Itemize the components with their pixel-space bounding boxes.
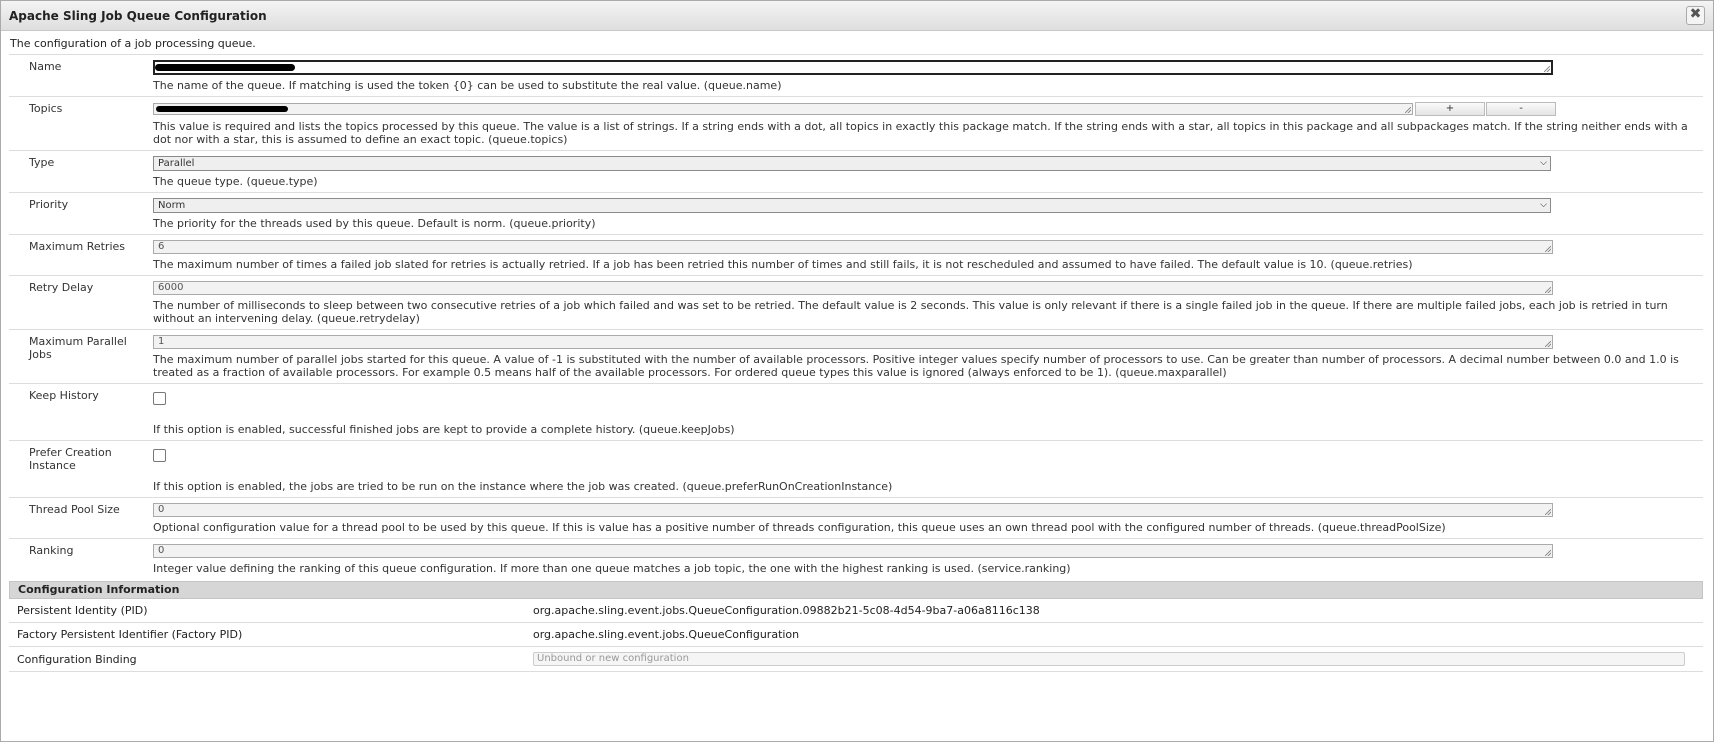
row-binding: Configuration Binding Unbound or new con… <box>9 646 1703 672</box>
row-priority: Priority Norm ⌵ The priority for the thr… <box>9 192 1703 235</box>
name-input[interactable] <box>153 60 1553 75</box>
dialog-titlebar[interactable]: Apache Sling Job Queue Configuration ✖ <box>1 1 1713 31</box>
row-max-retries: Maximum Retries 6 The maximum number of … <box>9 234 1703 276</box>
topics-input[interactable] <box>153 103 1413 115</box>
row-keep-history: Keep History If this option is enabled, … <box>9 383 1703 441</box>
dialog-intro: The configuration of a job processing qu… <box>10 37 256 50</box>
type-description: The queue type. (queue.type) <box>153 175 318 188</box>
add-topic-button[interactable]: + <box>1415 102 1485 116</box>
dialog-title: Apache Sling Job Queue Configuration <box>9 8 267 23</box>
config-dialog: Apache Sling Job Queue Configuration ✖ T… <box>0 0 1714 742</box>
priority-select[interactable]: Norm ⌵ <box>153 198 1551 213</box>
config-info-table: Persistent Identity (PID) org.apache.sli… <box>9 599 1703 672</box>
max-retries-value: 6 <box>158 241 165 252</box>
ranking-value: 0 <box>158 545 165 556</box>
name-label: Name <box>9 54 149 97</box>
max-parallel-label: Maximum Parallel Jobs <box>9 329 149 384</box>
priority-description: The priority for the threads used by thi… <box>153 217 596 230</box>
retry-delay-label: Retry Delay <box>9 275 149 330</box>
topics-description: This value is required and lists the top… <box>153 120 1688 146</box>
type-label: Type <box>9 150 149 193</box>
max-retries-description: The maximum number of times a failed job… <box>153 258 1413 271</box>
row-factory-pid: Factory Persistent Identifier (Factory P… <box>9 622 1703 647</box>
prefer-creation-label: Prefer Creation Instance <box>9 440 149 498</box>
row-ranking: Ranking 0 Integer value defining the ran… <box>9 538 1703 579</box>
retry-delay-input[interactable]: 6000 <box>153 281 1553 295</box>
row-name: Name The name of the queue. If matching … <box>9 54 1703 97</box>
row-pid: Persistent Identity (PID) org.apache.sli… <box>9 599 1703 623</box>
keep-history-label: Keep History <box>9 383 149 441</box>
max-parallel-value: 1 <box>158 336 165 347</box>
priority-label: Priority <box>9 192 149 235</box>
binding-label: Configuration Binding <box>9 646 525 672</box>
thread-pool-description: Optional configuration value for a threa… <box>153 521 1446 534</box>
factory-pid-label: Factory Persistent Identifier (Factory P… <box>9 622 525 647</box>
thread-pool-label: Thread Pool Size <box>9 497 149 539</box>
close-icon[interactable]: ✖ <box>1686 6 1705 25</box>
redaction-mark <box>155 64 295 71</box>
chevron-down-icon: ⌵ <box>1540 158 1547 168</box>
row-type: Type Parallel ⌵ The queue type. (queue.t… <box>9 150 1703 193</box>
ranking-input[interactable]: 0 <box>153 544 1553 558</box>
retry-delay-value: 6000 <box>158 282 184 293</box>
pid-label: Persistent Identity (PID) <box>9 599 525 623</box>
prefer-creation-checkbox[interactable] <box>153 449 166 462</box>
row-topics: Topics + - This value is required and li… <box>9 96 1703 151</box>
prefer-creation-description: If this option is enabled, the jobs are … <box>153 480 893 493</box>
row-max-parallel: Maximum Parallel Jobs 1 The maximum numb… <box>9 329 1703 384</box>
max-retries-label: Maximum Retries <box>9 234 149 276</box>
ranking-description: Integer value defining the ranking of th… <box>153 562 1071 575</box>
row-retry-delay: Retry Delay 6000 The number of milliseco… <box>9 275 1703 330</box>
properties-table: Name The name of the queue. If matching … <box>9 54 1703 579</box>
topics-label: Topics <box>9 96 149 151</box>
max-retries-input[interactable]: 6 <box>153 240 1553 254</box>
pid-value: org.apache.sling.event.jobs.QueueConfigu… <box>525 599 1703 623</box>
remove-topic-button[interactable]: - <box>1486 102 1556 116</box>
max-parallel-input[interactable]: 1 <box>153 335 1553 349</box>
retry-delay-description: The number of milliseconds to sleep betw… <box>153 299 1668 325</box>
chevron-down-icon: ⌵ <box>1540 200 1547 210</box>
redaction-mark <box>156 106 288 112</box>
name-description: The name of the queue. If matching is us… <box>153 79 782 92</box>
priority-value: Norm <box>158 200 186 211</box>
type-value: Parallel <box>158 158 195 169</box>
thread-pool-value: 0 <box>158 504 165 515</box>
config-info-heading: Configuration Information <box>9 581 1703 599</box>
keep-history-checkbox[interactable] <box>153 392 166 405</box>
ranking-label: Ranking <box>9 538 149 579</box>
type-select[interactable]: Parallel ⌵ <box>153 156 1551 171</box>
binding-input[interactable]: Unbound or new configuration <box>533 652 1685 666</box>
thread-pool-input[interactable]: 0 <box>153 503 1553 517</box>
row-prefer-creation: Prefer Creation Instance If this option … <box>9 440 1703 498</box>
max-parallel-description: The maximum number of parallel jobs star… <box>153 353 1679 379</box>
row-thread-pool: Thread Pool Size 0 Optional configuratio… <box>9 497 1703 539</box>
keep-history-description: If this option is enabled, successful fi… <box>153 423 735 436</box>
factory-pid-value: org.apache.sling.event.jobs.QueueConfigu… <box>525 622 1703 647</box>
